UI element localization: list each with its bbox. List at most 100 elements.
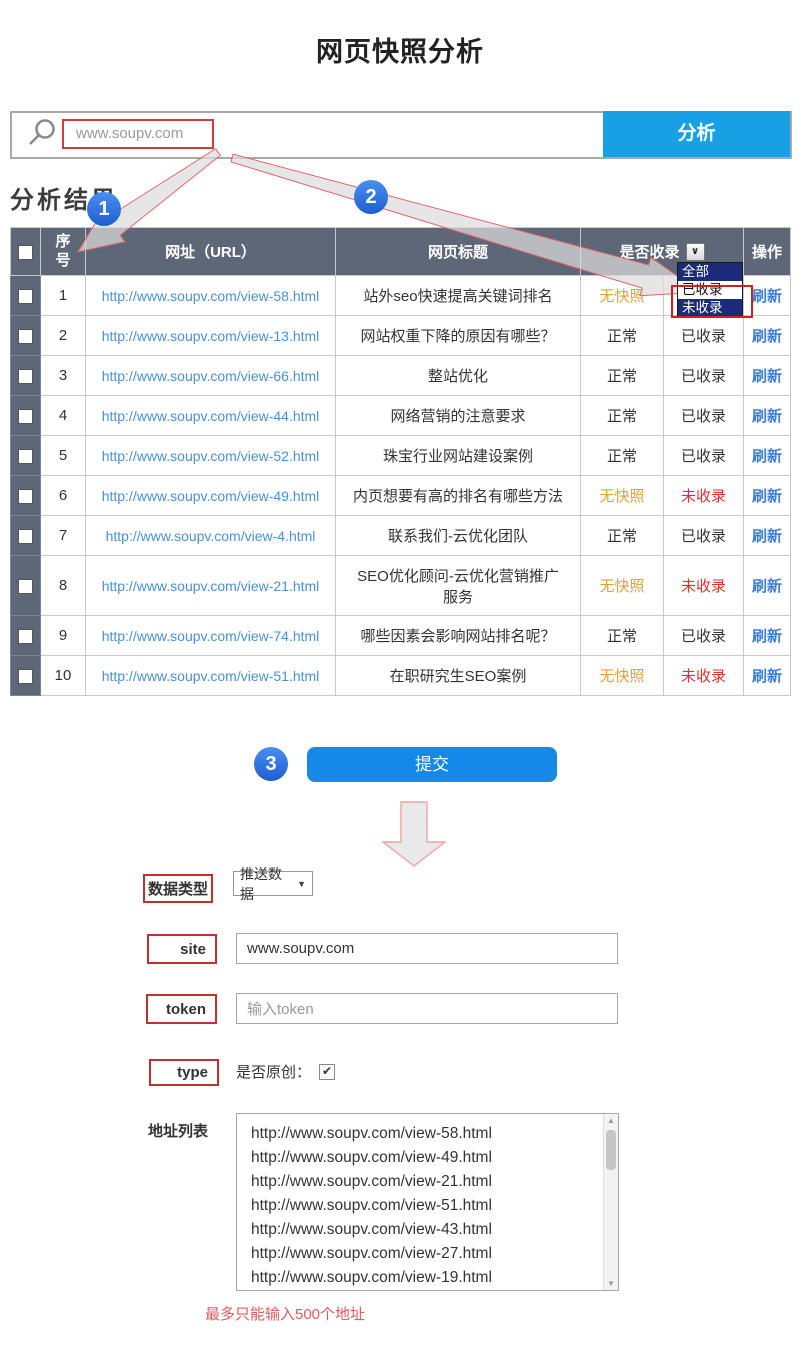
url-line: http://www.soupv.com/view-58.html (251, 1122, 598, 1146)
row-title: 整站优化 (336, 356, 581, 396)
original-checkbox[interactable]: ✔ (319, 1064, 335, 1080)
row-included-status: 未收录 (664, 656, 744, 696)
row-title: 站外seo快速提高关键词排名 (336, 276, 581, 316)
row-included-status: 已收录 (664, 616, 744, 656)
url-line: http://www.soupv.com/view-19.html (251, 1266, 598, 1290)
data-type-select[interactable]: 推送数据 ▼ (233, 871, 313, 896)
row-checkbox[interactable] (18, 669, 33, 684)
url-list-textarea[interactable]: http://www.soupv.com/view-58.html http:/… (236, 1113, 619, 1291)
row-refresh-link[interactable]: 刷新 (744, 476, 791, 516)
table-row: 2 http://www.soupv.com/view-13.html 网站权重… (11, 316, 791, 356)
submit-button[interactable]: 提交 (307, 747, 557, 782)
row-title: 在职研究生SEO案例 (336, 656, 581, 696)
data-type-label: 数据类型 (143, 874, 213, 903)
row-no: 5 (41, 436, 86, 476)
row-snapshot-status: 正常 (581, 616, 664, 656)
site-label: site (147, 934, 217, 964)
row-included-status: 已收录 (664, 396, 744, 436)
url-list-label: 地址列表 (148, 1120, 208, 1141)
row-included-status: 已收录 (664, 316, 744, 356)
url-limit-hint: 最多只能输入500个地址 (205, 1303, 365, 1324)
scroll-down-icon[interactable]: ▼ (604, 1279, 618, 1288)
table-row: 10 http://www.soupv.com/view-51.html 在职研… (11, 656, 791, 696)
table-row: 7 http://www.soupv.com/view-4.html 联系我们-… (11, 516, 791, 556)
table-header-row: 序号 网址（URL） 网页标题 是否收录 ∨ 操作 (11, 228, 791, 276)
row-no: 4 (41, 396, 86, 436)
row-title: 哪些因素会影响网站排名呢？ (336, 616, 581, 656)
row-url-link[interactable]: http://www.soupv.com/view-74.html (86, 616, 336, 656)
row-title: 珠宝行业网站建设案例 (336, 436, 581, 476)
row-url-link[interactable]: http://www.soupv.com/view-51.html (86, 656, 336, 696)
row-title: 内页想要有高的排名有哪些方法 (336, 476, 581, 516)
row-refresh-link[interactable]: 刷新 (744, 556, 791, 616)
url-line: http://www.soupv.com/view-27.html (251, 1242, 598, 1266)
table-row: 3 http://www.soupv.com/view-66.html 整站优化… (11, 356, 791, 396)
analyze-button[interactable]: 分析 (603, 111, 790, 157)
row-snapshot-status: 无快照 (581, 656, 664, 696)
filter-option-not-included[interactable]: 未收录 (678, 299, 742, 317)
row-checkbox[interactable] (18, 289, 33, 304)
row-url-link[interactable]: http://www.soupv.com/view-49.html (86, 476, 336, 516)
row-url-link[interactable]: http://www.soupv.com/view-44.html (86, 396, 336, 436)
row-refresh-link[interactable]: 刷新 (744, 656, 791, 696)
url-line: http://www.soupv.com/view-51.html (251, 1194, 598, 1218)
row-refresh-link[interactable]: 刷新 (744, 316, 791, 356)
included-filter-dropdown: 全部 已收录 未收录 (677, 262, 743, 318)
token-input[interactable]: 输入token (236, 993, 618, 1024)
row-checkbox[interactable] (18, 449, 33, 464)
search-icon (26, 117, 58, 149)
row-checkbox[interactable] (18, 489, 33, 504)
row-refresh-link[interactable]: 刷新 (744, 356, 791, 396)
header-title: 网页标题 (336, 228, 581, 276)
site-input[interactable]: www.soupv.com (236, 933, 618, 964)
row-checkbox[interactable] (18, 629, 33, 644)
row-no: 9 (41, 616, 86, 656)
row-url-link[interactable]: http://www.soupv.com/view-13.html (86, 316, 336, 356)
textarea-scrollbar[interactable]: ▲ ▼ (603, 1114, 618, 1290)
scroll-up-icon[interactable]: ▲ (604, 1116, 618, 1125)
row-snapshot-status: 正常 (581, 436, 664, 476)
url-line: http://www.soupv.com/view-49.html (251, 1146, 598, 1170)
search-input[interactable]: www.soupv.com (62, 119, 214, 149)
row-snapshot-status: 无快照 (581, 556, 664, 616)
type-label: type (149, 1059, 219, 1086)
select-all-checkbox[interactable] (18, 245, 33, 260)
row-url-link[interactable]: http://www.soupv.com/view-21.html (86, 556, 336, 616)
table-row: 4 http://www.soupv.com/view-44.html 网络营销… (11, 396, 791, 436)
row-url-link[interactable]: http://www.soupv.com/view-4.html (86, 516, 336, 556)
row-no: 3 (41, 356, 86, 396)
header-select-all-cell (11, 228, 41, 276)
row-snapshot-status: 无快照 (581, 476, 664, 516)
url-list-content: http://www.soupv.com/view-58.html http:/… (251, 1122, 598, 1290)
row-refresh-link[interactable]: 刷新 (744, 616, 791, 656)
row-no: 2 (41, 316, 86, 356)
row-checkbox[interactable] (18, 329, 33, 344)
row-url-link[interactable]: http://www.soupv.com/view-52.html (86, 436, 336, 476)
row-included-status: 未收录 (664, 476, 744, 516)
row-title: 网络营销的注意要求 (336, 396, 581, 436)
row-refresh-link[interactable]: 刷新 (744, 436, 791, 476)
row-url-link[interactable]: http://www.soupv.com/view-66.html (86, 356, 336, 396)
step-1-badge: 1 (87, 192, 121, 226)
row-refresh-link[interactable]: 刷新 (744, 276, 791, 316)
header-action: 操作 (744, 228, 791, 276)
included-filter-select[interactable]: ∨ (686, 243, 705, 261)
table-row: 6 http://www.soupv.com/view-49.html 内页想要… (11, 476, 791, 516)
down-arrow (368, 798, 460, 870)
row-no: 7 (41, 516, 86, 556)
snapshot-analysis-page: 网页快照分析 www.soupv.com 分析 分析结果 序号 网址（URL） … (0, 0, 800, 1351)
row-checkbox[interactable] (18, 529, 33, 544)
page-title: 网页快照分析 (0, 30, 800, 69)
table-row: 1 http://www.soupv.com/view-58.html 站外se… (11, 276, 791, 316)
scrollbar-thumb[interactable] (606, 1130, 616, 1170)
filter-option-all[interactable]: 全部 (678, 263, 742, 281)
row-checkbox[interactable] (18, 409, 33, 424)
select-arrow-icon: ▼ (297, 879, 306, 889)
row-refresh-link[interactable]: 刷新 (744, 396, 791, 436)
table-row: 9 http://www.soupv.com/view-74.html 哪些因素… (11, 616, 791, 656)
row-checkbox[interactable] (18, 369, 33, 384)
row-url-link[interactable]: http://www.soupv.com/view-58.html (86, 276, 336, 316)
row-checkbox[interactable] (18, 579, 33, 594)
filter-option-included[interactable]: 已收录 (678, 281, 742, 299)
row-refresh-link[interactable]: 刷新 (744, 516, 791, 556)
